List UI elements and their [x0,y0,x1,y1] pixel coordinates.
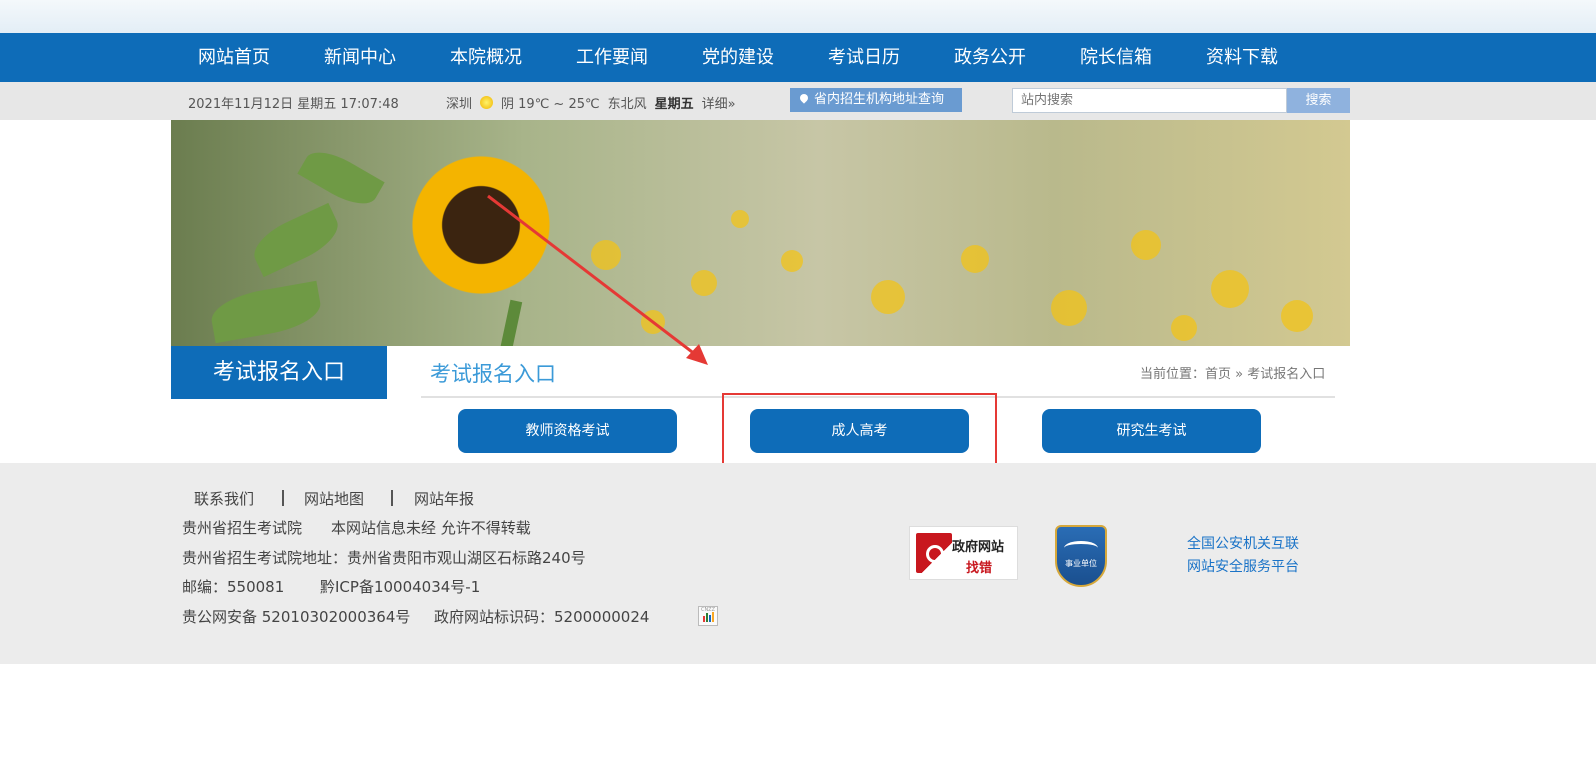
bokeh-flower [591,240,621,270]
location-pin-icon [798,92,810,104]
police-platform-line1: 全国公安机关互联 [1187,536,1299,552]
datetime-display: 2021年11月12日 星期五 17:07:48 [188,97,399,112]
footer-police-record[interactable]: 贵公网安备 52010302000364号 [182,606,410,627]
leaf-shape [297,142,385,214]
weather-city: 深圳 [446,97,473,112]
bokeh-flower [1211,270,1249,308]
shiye-label: 事业单位 [1065,559,1097,568]
sunflower-head [401,150,561,300]
bokeh-flower [641,310,665,334]
leaf-shape [208,280,324,344]
gov-site-error-report-badge[interactable]: 政府网站 找错 [909,526,1018,580]
search-button[interactable]: 搜索 [1287,88,1350,113]
info-bar-inner: 2021年11月12日 星期五 17:07:48 深圳 阴 19℃ ~ 25℃ … [171,82,1350,120]
magnifier-icon [916,533,952,573]
bokeh-flower [731,210,749,228]
weather-wind: 东北风 [607,97,647,112]
arrow-head [686,344,708,365]
nav-item-exam-calendar[interactable]: 考试日历 [801,33,927,82]
wave-shape [1064,541,1098,555]
nav-item-home[interactable]: 网站首页 [171,33,297,82]
breadcrumb: 当前位置：首页 » 考试报名入口 [1140,367,1326,382]
footer-org-name: 贵州省招生考试院 [182,519,303,537]
nav-item-mailbox[interactable]: 院长信箱 [1053,33,1179,82]
gov-badge-sub: 找错 [966,561,993,576]
nav-item-work-news[interactable]: 工作要闻 [549,33,675,82]
main-nav: 网站首页 新闻中心 本院概况 工作要闻 党的建设 考试日历 政务公开 院长信箱 … [0,33,1596,82]
section-title: 考试报名入口 [430,362,556,386]
weather-detail-link[interactable]: 详细» [702,93,736,112]
bokeh-flower [961,245,989,273]
police-platform-line2: 网站安全服务平台 [1187,559,1299,575]
teacher-cert-exam-button[interactable]: 教师资格考试 [458,409,677,453]
nav-item-news[interactable]: 新闻中心 [297,33,423,82]
bokeh-flower [1171,315,1197,341]
footer-address: 贵州省招生考试院地址：贵州省贵阳市观山湖区石标路240号 [182,549,586,567]
footer-icp[interactable]: 黔ICP备10004034号-1 [320,576,480,597]
nav-item-party[interactable]: 党的建设 [675,33,801,82]
top-band [0,0,1596,33]
nav-item-gov-affairs[interactable]: 政务公开 [927,33,1053,82]
sun-icon [480,96,494,109]
address-query-label: 省内招生机构地址查询 [814,92,945,107]
graduate-exam-button[interactable]: 研究生考试 [1042,409,1261,453]
footer-separator [391,490,393,506]
shield-icon: 事业单位 [1055,525,1107,587]
bokeh-flower [1281,300,1313,332]
footer-separator [282,490,284,506]
nav-item-about[interactable]: 本院概况 [423,33,549,82]
bokeh-flower [1131,230,1161,260]
bokeh-flower [871,280,905,314]
footer-postcode: 邮编：550081 [182,578,285,596]
bokeh-flower [691,270,717,296]
weather-weekday: 星期五 [654,97,694,112]
sunflower-stem [491,299,523,346]
sidebar-title: 考试报名入口 [171,346,387,399]
address-query-button[interactable]: 省内招生机构地址查询 [790,88,962,112]
cnzz-bars [703,612,714,622]
gov-badge-title: 政府网站 [952,540,1005,555]
weather-widget: 深圳 阴 19℃ ~ 25℃ 东北风 星期五 详细» [446,93,736,112]
site-search-input[interactable] [1012,88,1287,113]
footer-link-contact[interactable]: 联系我们 [194,488,254,509]
weather-condition: 阴 19℃ ~ 25℃ [501,97,600,112]
sunflower-banner [171,120,1350,346]
public-institution-badge[interactable]: 事业单位 [1055,525,1107,587]
cnzz-stats-icon[interactable]: CNZZ [698,606,718,626]
leaf-shape [246,202,346,278]
main-nav-inner: 网站首页 新闻中心 本院概况 工作要闻 党的建设 考试日历 政务公开 院长信箱 … [171,33,1350,82]
bokeh-flower [781,250,803,272]
police-security-platform-link[interactable]: 全国公安机关互联 网站安全服务平台 [1187,533,1299,579]
bokeh-flower [1051,290,1087,326]
footer-link-annual-report[interactable]: 网站年报 [414,488,474,509]
footer-link-sitemap[interactable]: 网站地图 [304,488,364,509]
sunflower-image [401,150,561,346]
footer-gov-code: 政府网站标识码：5200000024 [434,608,650,626]
footer-copyright-notice: 本网站信息未经 允许不得转载 [331,519,531,537]
nav-item-downloads[interactable]: 资料下载 [1179,33,1305,82]
info-bar: 2021年11月12日 星期五 17:07:48 深圳 阴 19℃ ~ 25℃ … [0,82,1596,120]
